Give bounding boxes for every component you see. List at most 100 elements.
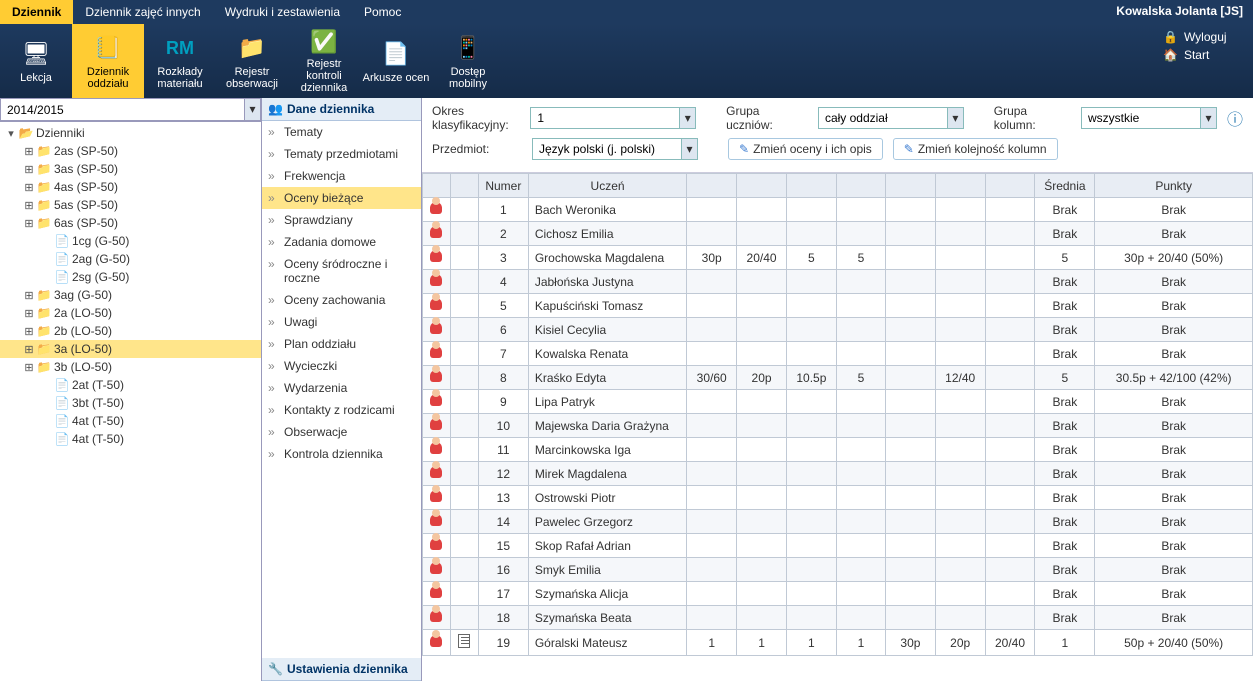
expand-icon[interactable]: ⊞ xyxy=(22,361,36,374)
przedmiot-input[interactable] xyxy=(532,138,682,160)
mid-item[interactable]: Frekwencja xyxy=(262,165,421,187)
table-row[interactable]: 9Lipa PatrykBrakBrak xyxy=(423,390,1253,414)
tree-item[interactable]: 📄2ag (G-50) xyxy=(0,250,261,268)
tree-item[interactable]: 📄4at (T-50) xyxy=(0,430,261,448)
expand-icon[interactable]: ⊞ xyxy=(22,307,36,320)
table-row[interactable]: 10Majewska Daria GrażynaBrakBrak xyxy=(423,414,1253,438)
school-year-input[interactable] xyxy=(0,98,245,121)
table-row[interactable]: 4Jabłońska JustynaBrakBrak xyxy=(423,270,1253,294)
expand-icon[interactable]: ⊞ xyxy=(22,145,36,158)
cell-doc xyxy=(450,486,478,510)
table-row[interactable]: 12Mirek MagdalenaBrakBrak xyxy=(423,462,1253,486)
mid-item[interactable]: Tematy przedmiotami xyxy=(262,143,421,165)
okres-select[interactable]: ▾ xyxy=(530,107,696,129)
mid-item[interactable]: Kontakty z rodzicami xyxy=(262,399,421,421)
table-row[interactable]: 13Ostrowski PiotrBrakBrak xyxy=(423,486,1253,510)
tool-rozklady-materialu[interactable]: RMRozkłady materiału xyxy=(144,24,216,98)
mid-item[interactable]: Plan oddziału xyxy=(262,333,421,355)
przedmiot-select[interactable]: ▾ xyxy=(532,138,698,160)
table-row[interactable]: 3Grochowska Magdalena30p20/4055530p + 20… xyxy=(423,246,1253,270)
tree-item[interactable]: ⊞📁2as (SP-50) xyxy=(0,142,261,160)
zmien-kolumn-button[interactable]: ✎ Zmień kolejność kolumn xyxy=(893,138,1058,160)
mid-item[interactable]: Oceny zachowania xyxy=(262,289,421,311)
tool-dostep-mobilny[interactable]: 📱Dostęp mobilny xyxy=(432,24,504,98)
tree-item[interactable]: 📄4at (T-50) xyxy=(0,412,261,430)
tool-rejestr-kontroli[interactable]: ✅Rejestr kontroli dziennika xyxy=(288,24,360,98)
tree-item[interactable]: ⊞📁4as (SP-50) xyxy=(0,178,261,196)
tree-item[interactable]: ⊞📁6as (SP-50) xyxy=(0,214,261,232)
grupa-kolumn-input[interactable] xyxy=(1081,107,1201,129)
expand-icon[interactable]: ⊞ xyxy=(22,289,36,302)
grupa-uczniow-input[interactable] xyxy=(818,107,948,129)
table-row[interactable]: 2Cichosz EmiliaBrakBrak xyxy=(423,222,1253,246)
tree-item[interactable]: 📄2at (T-50) xyxy=(0,376,261,394)
table-row[interactable]: 5Kapuściński TomaszBrakBrak xyxy=(423,294,1253,318)
zmien-oceny-button[interactable]: ✎ Zmień oceny i ich opis xyxy=(728,138,883,160)
table-row[interactable]: 16Smyk EmiliaBrakBrak xyxy=(423,558,1253,582)
expand-icon[interactable]: ⊞ xyxy=(22,163,36,176)
table-row[interactable]: 17Szymańska AlicjaBrakBrak xyxy=(423,582,1253,606)
expand-icon[interactable]: ⊞ xyxy=(22,217,36,230)
tool-dziennik-oddzialu[interactable]: 📒Dziennik oddziału xyxy=(72,24,144,98)
table-row[interactable]: 11Marcinkowska IgaBrakBrak xyxy=(423,438,1253,462)
cell-numer: 9 xyxy=(478,390,528,414)
table-row[interactable]: 7Kowalska RenataBrakBrak xyxy=(423,342,1253,366)
mid-item[interactable]: Wydarzenia xyxy=(262,377,421,399)
mid-item[interactable]: Oceny bieżące xyxy=(262,187,421,209)
mid-item[interactable]: Oceny śródroczne i roczne xyxy=(262,253,421,289)
expand-icon[interactable]: ⊞ xyxy=(22,199,36,212)
tab-pomoc[interactable]: Pomoc xyxy=(352,0,413,24)
tree-item[interactable]: ⊞📁3ag (G-50) xyxy=(0,286,261,304)
mid-item[interactable]: Obserwacje xyxy=(262,421,421,443)
tree-item[interactable]: ⊞📁2a (LO-50) xyxy=(0,304,261,322)
tree-item-label: 3b (LO-50) xyxy=(54,360,112,374)
tree-item[interactable]: ⊞📁3b (LO-50) xyxy=(0,358,261,376)
tree-item[interactable]: ⊞📁2b (LO-50) xyxy=(0,322,261,340)
mid-item[interactable]: Tematy xyxy=(262,121,421,143)
cell-numer: 18 xyxy=(478,606,528,630)
cell-srednia: 1 xyxy=(1035,630,1095,656)
mid-panel-footer[interactable]: 🔧 Ustawienia dziennika xyxy=(262,658,421,681)
table-row[interactable]: 18Szymańska BeataBrakBrak xyxy=(423,606,1253,630)
mid-item[interactable]: Uwagi xyxy=(262,311,421,333)
mid-item[interactable]: Sprawdziany xyxy=(262,209,421,231)
tab-dziennik[interactable]: Dziennik xyxy=(0,0,73,24)
chevron-down-icon[interactable]: ▾ xyxy=(245,98,261,121)
table-row[interactable]: 6Kisiel CecyliaBrakBrak xyxy=(423,318,1253,342)
mid-item[interactable]: Zadania domowe xyxy=(262,231,421,253)
tool-rejestr-obserwacji[interactable]: 📁Rejestr obserwacji xyxy=(216,24,288,98)
expand-icon[interactable]: ⊞ xyxy=(22,343,36,356)
tree-root[interactable]: ▾📂Dzienniki xyxy=(0,124,261,142)
grid-wrap[interactable]: NumerUczeńŚredniaPunkty1Bach WeronikaBra… xyxy=(422,173,1253,681)
table-row[interactable]: 1Bach WeronikaBrakBrak xyxy=(423,198,1253,222)
table-row[interactable]: 8Kraśko Edyta30/6020p10.5p512/40530.5p +… xyxy=(423,366,1253,390)
start-link[interactable]: 🏠 Start xyxy=(1163,48,1243,62)
tree-item[interactable]: 📄2sg (G-50) xyxy=(0,268,261,286)
grupa-uczniow-select[interactable]: ▾ xyxy=(818,107,964,129)
chevron-down-icon[interactable]: ▾ xyxy=(1201,107,1217,129)
tab-wydruki-i-zestawienia[interactable]: Wydruki i zestawienia xyxy=(213,0,352,24)
tool-arkusze-ocen[interactable]: 📄Arkusze ocen xyxy=(360,24,432,98)
mid-item[interactable]: Kontrola dziennika xyxy=(262,443,421,465)
expand-icon[interactable]: ⊞ xyxy=(22,181,36,194)
expand-icon[interactable]: ⊞ xyxy=(22,325,36,338)
tab-dziennik-zajęć-innych[interactable]: Dziennik zajęć innych xyxy=(73,0,212,24)
logout-link[interactable]: 🔒 Wyloguj xyxy=(1163,30,1243,44)
tree-item[interactable]: ⊞📁3a (LO-50) xyxy=(0,340,261,358)
tree-item[interactable]: ⊞📁5as (SP-50) xyxy=(0,196,261,214)
mid-item[interactable]: Wycieczki xyxy=(262,355,421,377)
chevron-down-icon[interactable]: ▾ xyxy=(682,138,698,160)
grupa-kolumn-select[interactable]: ▾ xyxy=(1081,107,1217,129)
info-icon[interactable]: ⓘ xyxy=(1227,106,1243,130)
chevron-down-icon[interactable]: ▾ xyxy=(948,107,964,129)
tree-item[interactable]: ⊞📁3as (SP-50) xyxy=(0,160,261,178)
table-row[interactable]: 15Skop Rafał AdrianBrakBrak xyxy=(423,534,1253,558)
table-row[interactable]: 19Góralski Mateusz111130p20p20/40150p + … xyxy=(423,630,1253,656)
tree-item[interactable]: 📄3bt (T-50) xyxy=(0,394,261,412)
school-year-select[interactable]: ▾ xyxy=(0,98,261,122)
tree-item[interactable]: 📄1cg (G-50) xyxy=(0,232,261,250)
chevron-down-icon[interactable]: ▾ xyxy=(680,107,696,129)
okres-input[interactable] xyxy=(530,107,680,129)
table-row[interactable]: 14Pawelec GrzegorzBrakBrak xyxy=(423,510,1253,534)
tool-lekcja[interactable]: 🖥Lekcja xyxy=(0,24,72,98)
